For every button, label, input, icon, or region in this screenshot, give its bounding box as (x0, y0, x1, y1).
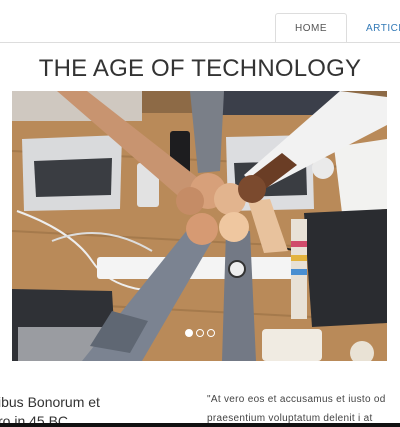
carousel-indicators (12, 329, 387, 337)
left-text-line-1: ibus Bonorum et (0, 394, 100, 410)
carousel-dot-2[interactable] (195, 329, 204, 337)
page: HOME ARTICLE THE AGE OF TECHNOLOGY (0, 0, 400, 427)
right-column-text: "At vero eos et accusamus et iusto od pr… (207, 390, 400, 427)
nav-divider (0, 42, 400, 43)
carousel-dot-1[interactable] (184, 329, 193, 337)
carousel-dot-3[interactable] (206, 329, 215, 337)
bottom-bar (0, 423, 400, 427)
top-nav: HOME ARTICLE (275, 13, 400, 43)
page-title: THE AGE OF TECHNOLOGY (38, 55, 362, 82)
left-column-text: ibus Bonorum et ro in 45 BC (0, 393, 148, 427)
tab-home[interactable]: HOME (275, 13, 347, 43)
carousel-slide-image (12, 91, 387, 361)
tab-article[interactable]: ARTICLE (347, 13, 400, 43)
image-carousel[interactable] (12, 91, 387, 361)
right-text-line-1: "At vero eos et accusamus et iusto od (207, 394, 386, 405)
